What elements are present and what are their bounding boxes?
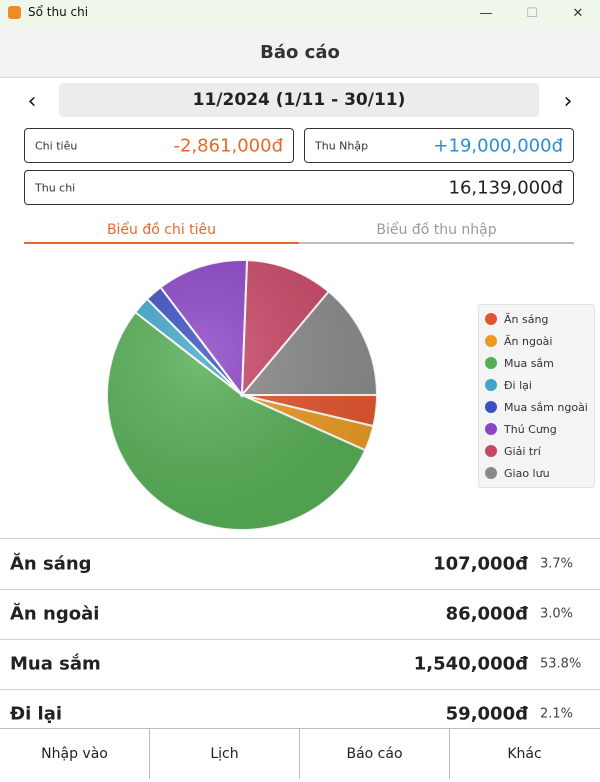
prev-month-button[interactable]: ‹ <box>19 88 45 114</box>
legend-label: Mua sắm ngoài <box>504 400 588 414</box>
category-name: Đi lại <box>10 703 63 725</box>
legend-item: Mua sắm <box>485 354 554 372</box>
window-title: Sổ thu chi <box>28 5 89 19</box>
legend-label: Đi lại <box>504 378 532 392</box>
legend-label: Mua sắm <box>504 356 554 370</box>
legend-label: Giải trí <box>504 444 541 458</box>
chevron-left-icon: ‹ <box>27 88 37 114</box>
legend-swatch <box>485 445 497 457</box>
net-label: Thu chi <box>35 181 76 194</box>
legend-swatch <box>485 467 497 479</box>
tab-divider <box>299 242 574 244</box>
legend-swatch <box>485 379 497 391</box>
tab-active-indicator <box>24 242 299 244</box>
chart-legend: Ăn sáng Ăn ngoài Mua sắm Đi lại Mua sắm … <box>478 304 595 488</box>
tab-income-chart[interactable]: Biểu đồ thu nhập <box>299 215 574 245</box>
category-name: Ăn ngoài <box>10 603 100 625</box>
tab-expense-chart[interactable]: Biểu đồ chi tiêu <box>24 215 299 245</box>
chevron-right-icon: › <box>563 88 573 114</box>
income-summary-box: Thu Nhập +19,000,000đ <box>304 128 574 163</box>
category-amount: 1,540,000đ <box>413 653 528 675</box>
category-list[interactable]: Ăn sáng 107,000đ 3.7% Ăn ngoài 86,000đ 3… <box>0 538 600 729</box>
list-item[interactable]: Ăn sáng 107,000đ 3.7% <box>0 539 600 590</box>
nav-other-button[interactable]: Khác <box>450 729 599 779</box>
legend-swatch <box>485 401 497 413</box>
page-title: Báo cáo <box>0 27 600 78</box>
legend-label: Ăn ngoài <box>504 334 553 348</box>
period-label: 11/2024 (1/11 - 30/11) <box>59 83 539 117</box>
income-value: +19,000,000đ <box>433 135 563 156</box>
net-value: 16,139,000đ <box>448 177 564 198</box>
close-button[interactable]: ✕ <box>555 0 600 27</box>
nav-input-button[interactable]: Nhập vào <box>0 729 150 779</box>
maximize-button[interactable]: ☐ <box>509 0 555 27</box>
bottom-navigation: Nhập vào Lịch Báo cáo Khác <box>0 728 600 779</box>
list-item[interactable]: Đi lại 59,000đ 2.1% <box>0 689 600 729</box>
legend-label: Ăn sáng <box>504 312 549 326</box>
category-name: Ăn sáng <box>10 553 92 575</box>
legend-item: Giao lưu <box>485 464 550 482</box>
legend-swatch <box>485 357 497 369</box>
app-logo-icon <box>8 6 21 19</box>
legend-swatch <box>485 313 497 325</box>
legend-item: Thú Cưng <box>485 420 557 438</box>
window-titlebar: Sổ thu chi — ☐ ✕ <box>0 0 600 27</box>
expense-label: Chi tiêu <box>35 139 78 152</box>
legend-swatch <box>485 423 497 435</box>
category-amount: 107,000đ <box>433 553 528 575</box>
expense-value: -2,861,000đ <box>173 135 283 156</box>
category-percent: 3.7% <box>540 556 574 572</box>
category-percent: 3.0% <box>540 606 574 622</box>
legend-item: Đi lại <box>485 376 532 394</box>
next-month-button[interactable]: › <box>555 88 581 114</box>
list-item[interactable]: Ăn ngoài 86,000đ 3.0% <box>0 589 600 640</box>
list-item[interactable]: Mua sắm 1,540,000đ 53.8% <box>0 639 600 690</box>
category-amount: 59,000đ <box>445 703 528 725</box>
income-label: Thu Nhập <box>315 139 369 152</box>
nav-calendar-button[interactable]: Lịch <box>150 729 300 779</box>
legend-swatch <box>485 335 497 347</box>
category-percent: 2.1% <box>540 706 574 722</box>
expense-pie-chart <box>106 259 379 531</box>
nav-report-button[interactable]: Báo cáo <box>300 729 450 779</box>
category-percent: 53.8% <box>540 656 582 672</box>
category-amount: 86,000đ <box>445 603 528 625</box>
minimize-button[interactable]: — <box>463 0 509 27</box>
net-summary-box: Thu chi 16,139,000đ <box>24 170 574 205</box>
category-name: Mua sắm <box>10 653 101 675</box>
legend-item: Ăn ngoài <box>485 332 552 350</box>
legend-label: Giao lưu <box>504 466 550 480</box>
expense-summary-box: Chi tiêu -2,861,000đ <box>24 128 294 163</box>
legend-item: Giải trí <box>485 442 541 460</box>
legend-item: Mua sắm ngoài <box>485 398 588 416</box>
legend-item: Ăn sáng <box>485 310 548 328</box>
legend-label: Thú Cưng <box>504 422 557 436</box>
